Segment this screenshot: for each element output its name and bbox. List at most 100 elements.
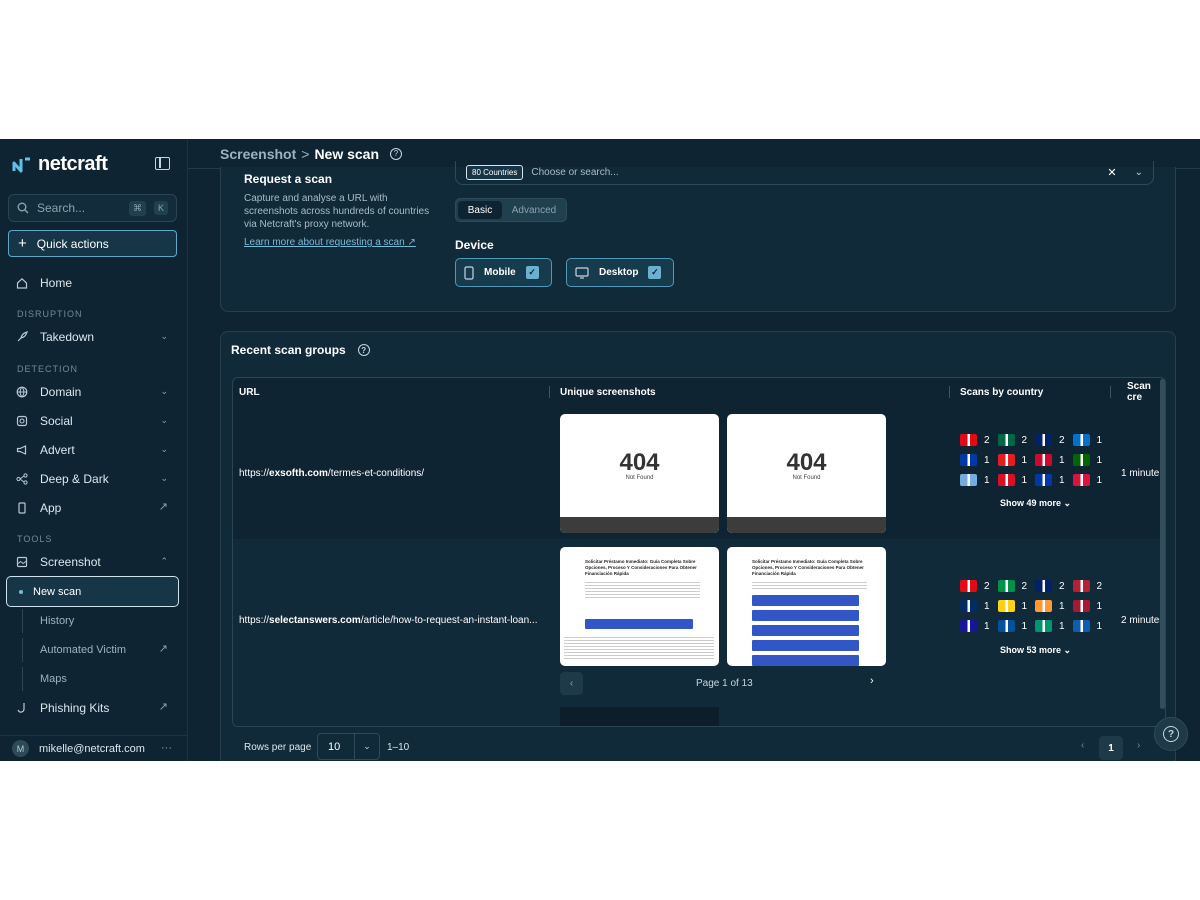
mode-advanced-button[interactable]: Advanced: [504, 201, 564, 219]
screenshot-thumbnail[interactable]: 404 Not Found: [727, 414, 886, 533]
column-header-screenshots[interactable]: Unique screenshots: [560, 378, 656, 406]
pager-prev-button[interactable]: ‹: [560, 672, 583, 695]
checkbox-checked-icon[interactable]: ✓: [525, 266, 539, 279]
country-count[interactable]: 2: [1035, 580, 1073, 592]
breadcrumb-screenshot[interactable]: Screenshot: [220, 146, 296, 162]
page-number-button[interactable]: 1: [1099, 736, 1123, 760]
sidebar-collapse-icon[interactable]: [155, 157, 170, 170]
breadcrumb-separator: >: [301, 145, 310, 162]
country-count[interactable]: 1: [997, 620, 1036, 632]
country-count[interactable]: 1: [960, 454, 998, 466]
country-count[interactable]: 1: [960, 620, 998, 632]
sidebar-item-advert[interactable]: Advert ⌄: [8, 438, 178, 462]
column-header-countries[interactable]: Scans by country: [960, 378, 1043, 406]
row-url[interactable]: https://exsofth.com/termes-et-conditions…: [239, 468, 424, 479]
device-desktop-toggle[interactable]: Desktop ✓: [566, 258, 674, 287]
recent-title: Recent scan groups ?: [231, 343, 370, 357]
show-more-button[interactable]: Show 53 more ⌄: [1000, 645, 1071, 656]
country-count[interactable]: 1: [997, 474, 1036, 486]
sidebar-item-screenshot[interactable]: Screenshot ⌃: [8, 550, 178, 574]
learn-more-link[interactable]: Learn more about requesting a scan ↗: [244, 237, 416, 248]
checkbox-checked-icon[interactable]: ✓: [648, 266, 662, 279]
clear-icon[interactable]: ✕: [1107, 166, 1116, 179]
user-menu[interactable]: M mikelle@netcraft.com ···: [0, 735, 188, 761]
request-title: Request a scan: [244, 172, 333, 186]
prev-page-button[interactable]: ‹: [1081, 740, 1084, 751]
country-select[interactable]: 80 Countries Choose or search... ✕ ⌄: [455, 161, 1154, 185]
scrollbar[interactable]: [1160, 379, 1165, 709]
country-count[interactable]: 1: [960, 600, 998, 612]
screenshot-thumbnail[interactable]: Solicitar Préstamo Inmediato: Guía Compl…: [560, 547, 719, 666]
more-icon[interactable]: ···: [161, 742, 172, 754]
device-mobile-label: Mobile: [484, 267, 516, 278]
sidebar-item-automated-victim[interactable]: Automated Victim ↗: [22, 638, 172, 662]
device-mobile-toggle[interactable]: Mobile ✓: [455, 258, 552, 287]
table-row[interactable]: https://exsofth.com/termes-et-conditions…: [233, 406, 1165, 539]
screenshot-thumbnail[interactable]: [560, 707, 719, 726]
mobile-icon: [464, 265, 474, 280]
help-icon[interactable]: ?: [357, 344, 370, 356]
flag-icon: [1072, 600, 1090, 612]
quick-actions-button[interactable]: + Quick actions: [8, 230, 177, 257]
sidebar-item-domain[interactable]: Domain ⌄: [8, 380, 178, 404]
country-count[interactable]: 1: [1072, 600, 1111, 612]
pager-next-button[interactable]: ›: [870, 675, 874, 687]
sidebar-item-new-scan[interactable]: New scan: [6, 576, 179, 607]
help-button[interactable]: ?: [1154, 717, 1188, 751]
help-icon[interactable]: ?: [390, 147, 403, 160]
country-count[interactable]: 1: [1035, 600, 1073, 612]
country-count[interactable]: 1: [960, 474, 998, 486]
show-more-button[interactable]: Show 49 more ⌄: [1000, 498, 1071, 509]
country-count[interactable]: 2: [1072, 580, 1111, 592]
column-header-url[interactable]: URL: [239, 378, 260, 406]
flag-icon: [960, 434, 977, 446]
count-value: 2: [1059, 580, 1065, 592]
country-count[interactable]: 1: [1035, 454, 1073, 466]
sidebar-item-deep-dark[interactable]: Deep & Dark ⌄: [8, 467, 178, 491]
sidebar-item-history[interactable]: History: [22, 609, 172, 633]
flag-icon: [1072, 454, 1090, 466]
rows-per-page-select[interactable]: 10 ⌄: [317, 733, 380, 760]
row-url[interactable]: https://selectanswers.com/article/how-to…: [239, 615, 537, 626]
country-count[interactable]: 1: [1035, 474, 1073, 486]
country-count[interactable]: 1: [1072, 474, 1111, 486]
network-icon: [16, 473, 28, 485]
url-path: /termes-et-conditions/: [327, 468, 425, 479]
screenshot-thumbnail[interactable]: 404 Not Found: [560, 414, 719, 533]
sidebar-item-social[interactable]: Social ⌄: [8, 409, 178, 433]
next-page-button[interactable]: ›: [1137, 740, 1140, 751]
screenshot-thumbnail[interactable]: Solicitar Préstamo Inmediato: Guía Compl…: [727, 547, 886, 666]
table-row[interactable]: [233, 701, 1165, 726]
country-count[interactable]: 1: [997, 454, 1036, 466]
sidebar-item-phishing-kits[interactable]: Phishing Kits ↗: [8, 696, 178, 720]
url-path: /article/how-to-request-an-instant-loan.…: [360, 615, 538, 626]
sidebar-item-takedown[interactable]: Takedown ⌄: [8, 325, 178, 349]
country-count[interactable]: 2: [960, 434, 998, 446]
country-count[interactable]: 1: [1072, 454, 1111, 466]
country-count[interactable]: 1: [1035, 620, 1073, 632]
country-count[interactable]: 1: [1072, 620, 1111, 632]
chevron-down-icon[interactable]: ⌄: [1135, 167, 1143, 178]
external-link-icon: ↗: [158, 501, 168, 513]
mode-basic-button[interactable]: Basic: [458, 201, 502, 219]
country-count[interactable]: 2: [1035, 434, 1073, 446]
section-disruption: DISRUPTION: [17, 309, 83, 319]
count-value: 1: [984, 600, 990, 612]
sidebar-item-label: Social: [40, 414, 73, 428]
mode-toggle: Basic Advanced: [455, 198, 567, 222]
netcraft-logo[interactable]: netcraft: [12, 153, 108, 176]
table-footer: Rows per page 10 ⌄ 1–10 ‹ 1 ›: [221, 730, 1175, 761]
sidebar-item-maps[interactable]: Maps: [22, 667, 172, 691]
page-title: New scan: [314, 145, 380, 162]
table-row[interactable]: https://selectanswers.com/article/how-to…: [233, 539, 1165, 701]
search-input[interactable]: Search... ⌘ K: [8, 194, 177, 222]
url-domain: exsofth.com: [269, 468, 328, 479]
thumbnail-article-title: Solicitar Préstamo Inmediato: Guía Compl…: [585, 559, 697, 576]
country-count[interactable]: 1: [997, 600, 1036, 612]
sidebar-item-home[interactable]: Home: [8, 271, 178, 295]
country-count[interactable]: 2: [960, 580, 998, 592]
sidebar-item-app[interactable]: App ↗: [8, 496, 178, 520]
country-count[interactable]: 2: [997, 580, 1036, 592]
country-count[interactable]: 2: [997, 434, 1036, 446]
country-count[interactable]: 1: [1072, 434, 1111, 446]
